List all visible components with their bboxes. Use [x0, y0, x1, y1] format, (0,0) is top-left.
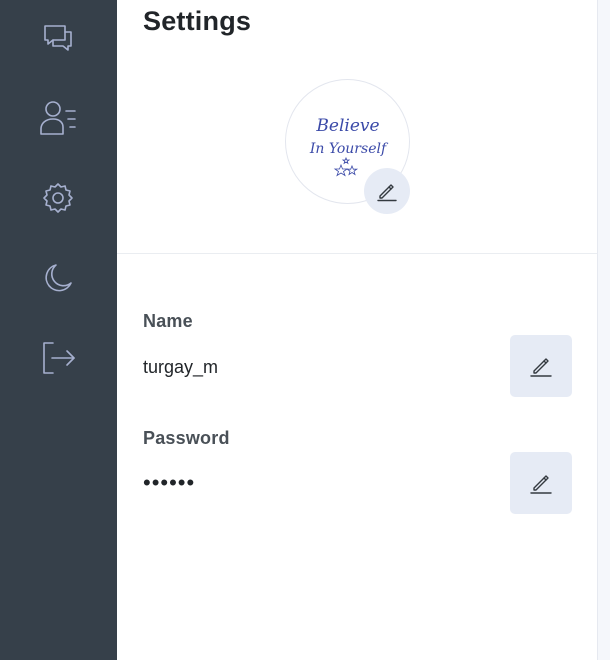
page-title: Settings — [143, 6, 252, 36]
app: Settings Believe In Yourself Name turgay… — [0, 0, 610, 660]
gear-icon — [43, 183, 73, 213]
edit-avatar-button[interactable] — [364, 168, 410, 214]
sidebar-item-contacts[interactable] — [37, 97, 79, 139]
pencil-icon — [530, 358, 552, 377]
edit-password-button[interactable] — [510, 452, 572, 514]
scrollbar-track[interactable] — [597, 0, 610, 660]
divider — [117, 253, 597, 254]
edit-name-button[interactable] — [510, 335, 572, 397]
chat-icon — [44, 25, 72, 51]
sidebar-item-theme[interactable] — [37, 257, 79, 299]
password-value: •••••• — [143, 470, 196, 495]
avatar-text-line1: Believe — [315, 116, 379, 136]
sidebar — [0, 0, 117, 660]
sidebar-item-settings[interactable] — [37, 177, 79, 219]
avatar-section: Believe In Yourself — [285, 79, 410, 214]
settings-panel: Settings Believe In Yourself Name turgay… — [117, 0, 597, 660]
pencil-icon — [530, 475, 552, 494]
sidebar-item-logout[interactable] — [37, 337, 79, 379]
logout-icon — [43, 342, 75, 374]
contacts-icon — [40, 101, 76, 135]
password-label: Password — [143, 428, 230, 448]
name-label: Name — [143, 311, 193, 331]
name-value: turgay_m — [143, 357, 219, 377]
moon-icon — [45, 264, 72, 292]
pencil-icon — [377, 184, 397, 202]
avatar-text-line2: In Yourself — [309, 141, 389, 157]
stars-icon — [333, 156, 359, 177]
sidebar-item-chats[interactable] — [37, 18, 79, 60]
